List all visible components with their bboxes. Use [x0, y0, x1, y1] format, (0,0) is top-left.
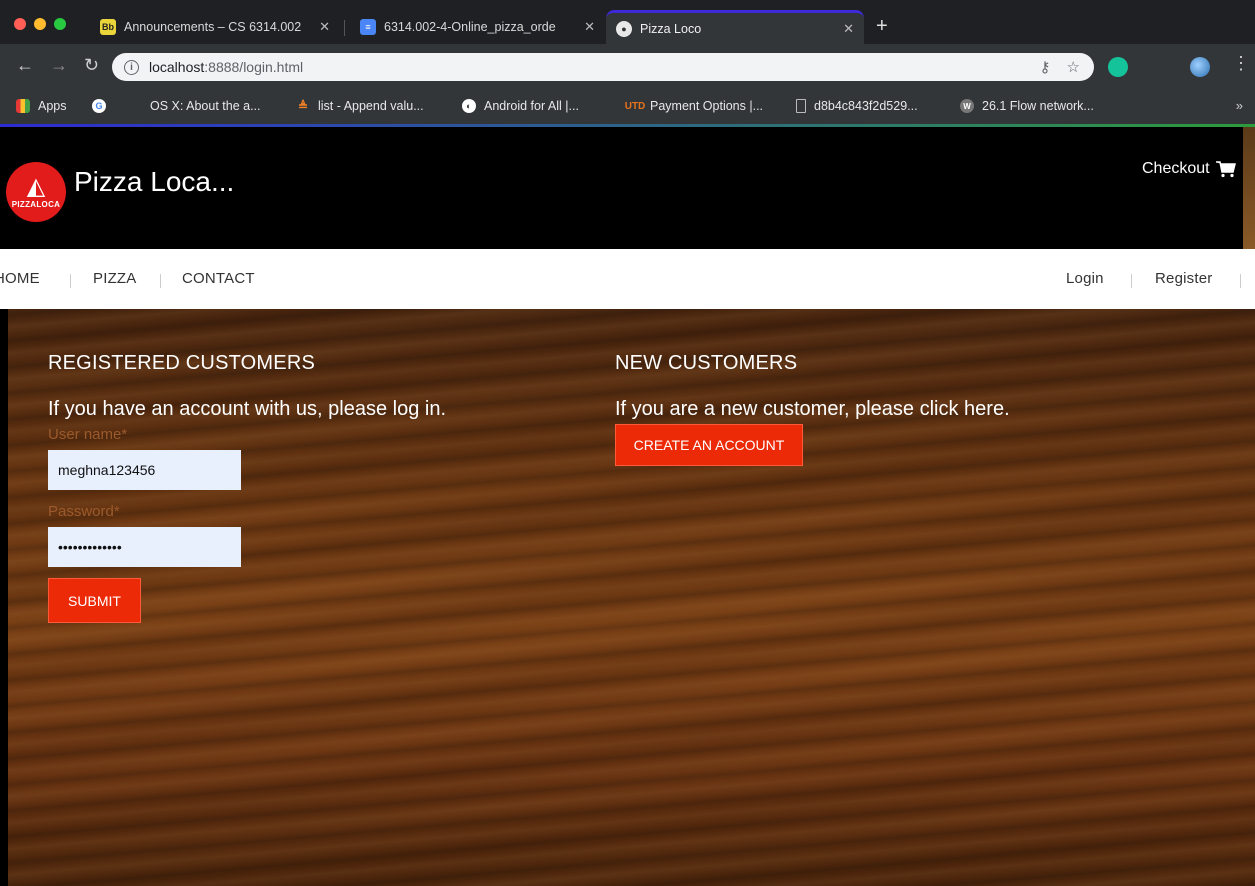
file-icon: [796, 99, 806, 113]
bookmark-flow-network[interactable]: W 26.1 Flow network...: [960, 99, 1094, 113]
pizza-slice-icon: ◭: [26, 172, 46, 200]
bookmark-file[interactable]: d8b4c843f2d529...: [796, 99, 918, 113]
create-account-button[interactable]: CREATE AN ACCOUNT: [615, 424, 803, 466]
nav-pizza[interactable]: PIZZA: [93, 270, 137, 287]
username-label: User name*: [48, 426, 128, 443]
tab-title: 6314.002-4-Online_pizza_orde: [384, 20, 556, 34]
document-icon: ≡: [360, 19, 376, 35]
nav-home[interactable]: HOME: [0, 270, 40, 287]
bookmarks-bar: Apps G OS X: About the a... ≜ list - App…: [0, 90, 1255, 124]
tab-close-icon[interactable]: ✕: [319, 19, 330, 35]
new-customers-heading: NEW CUSTOMERS: [615, 352, 798, 374]
bookmarks-overflow-icon[interactable]: »: [1236, 98, 1243, 113]
nav-separator: [160, 274, 161, 288]
registered-customers-heading: REGISTERED CUSTOMERS: [48, 352, 315, 374]
nav-separator: [70, 274, 71, 288]
password-label: Password*: [48, 503, 120, 520]
nav-separator: [1131, 274, 1132, 288]
bookmark-stackoverflow[interactable]: ≜ list - Append valu...: [296, 99, 424, 113]
apple-icon: [128, 99, 142, 113]
key-icon[interactable]: ⚷: [1040, 58, 1051, 76]
profile-avatar[interactable]: [1190, 57, 1210, 77]
stackoverflow-icon: ≜: [297, 99, 309, 113]
tab-close-icon[interactable]: ✕: [584, 19, 595, 35]
bookmark-android[interactable]: ◐ Android for All |...: [462, 99, 579, 113]
tab-close-icon[interactable]: ✕: [843, 21, 854, 37]
bookmark-osx[interactable]: OS X: About the a...: [128, 99, 261, 113]
window-minimize-control[interactable]: [34, 18, 46, 30]
nav-contact[interactable]: CONTACT: [182, 270, 255, 287]
pizza-loca-logo[interactable]: ◭ PIZZALOCA: [6, 162, 66, 222]
checkout-link[interactable]: Checkout: [1142, 160, 1237, 178]
window-zoom-control[interactable]: [54, 18, 66, 30]
tab-title: Announcements – CS 6314.002: [124, 20, 302, 34]
cart-icon: [1215, 161, 1236, 178]
url-host: localhost: [149, 59, 205, 75]
header-edge-strip: [1243, 127, 1255, 249]
bookmark-google[interactable]: G: [92, 99, 114, 113]
address-bar[interactable]: i localhost:8888/login.html ⚷ ☆: [112, 53, 1094, 81]
blackboard-icon: Bb: [100, 19, 116, 35]
google-icon: G: [92, 99, 106, 113]
username-input[interactable]: [48, 450, 241, 490]
tab-google-doc[interactable]: ≡ 6314.002-4-Online_pizza_orde ✕: [350, 10, 605, 44]
new-tab-button[interactable]: +: [876, 16, 888, 36]
browser-menu-icon[interactable]: ⋮: [1232, 54, 1250, 72]
bookmark-apps[interactable]: Apps: [16, 99, 67, 113]
globe-icon: ●: [616, 20, 632, 37]
wood-background-section: [8, 309, 1255, 886]
checkout-label: Checkout: [1142, 160, 1210, 177]
tab-title: Pizza Loco: [640, 21, 702, 36]
site-info-icon[interactable]: i: [124, 59, 139, 75]
grammarly-extension-icon[interactable]: [1108, 57, 1128, 77]
url-path: :8888/login.html: [204, 59, 304, 75]
login-instructions: If you have an account with us, please l…: [48, 398, 447, 420]
nav-login[interactable]: Login: [1066, 270, 1104, 287]
password-input[interactable]: [48, 527, 241, 567]
back-arrow-icon[interactable]: ←: [16, 56, 34, 74]
bookmark-payment[interactable]: UTD Payment Options |...: [624, 99, 763, 113]
tab-announcements[interactable]: Bb Announcements – CS 6314.002 ✕: [90, 10, 340, 44]
browser-tab-bar: Bb Announcements – CS 6314.002 ✕ ≡ 6314.…: [0, 0, 1255, 44]
forward-arrow-icon[interactable]: →: [50, 56, 68, 74]
reload-icon[interactable]: ↻: [84, 56, 99, 74]
new-customer-instructions: If you are a new customer, please click …: [615, 398, 1010, 420]
main-navigation: HOME PIZZA CONTACT Login Register: [0, 249, 1255, 309]
nav-register[interactable]: Register: [1155, 270, 1212, 287]
nav-separator: [1240, 274, 1241, 288]
submit-button[interactable]: SUBMIT: [48, 578, 141, 623]
page-left-edge: [0, 309, 8, 886]
bookmark-star-icon[interactable]: ☆: [1067, 58, 1080, 76]
apps-grid-icon: [16, 99, 30, 113]
logo-text: PIZZALOCA: [11, 199, 61, 209]
w-icon: W: [960, 99, 974, 113]
utd-icon: UTD: [624, 100, 646, 112]
android-icon: ◐: [462, 99, 476, 113]
tab-pizza-loco[interactable]: ● Pizza Loco ✕: [606, 10, 864, 44]
browser-toolbar: ← → ↻ i localhost:8888/login.html ⚷ ☆ ⋮: [0, 44, 1255, 90]
window-close-control[interactable]: [14, 18, 26, 30]
tab-separator: [344, 20, 345, 36]
site-title: Pizza Loca...: [74, 166, 235, 197]
